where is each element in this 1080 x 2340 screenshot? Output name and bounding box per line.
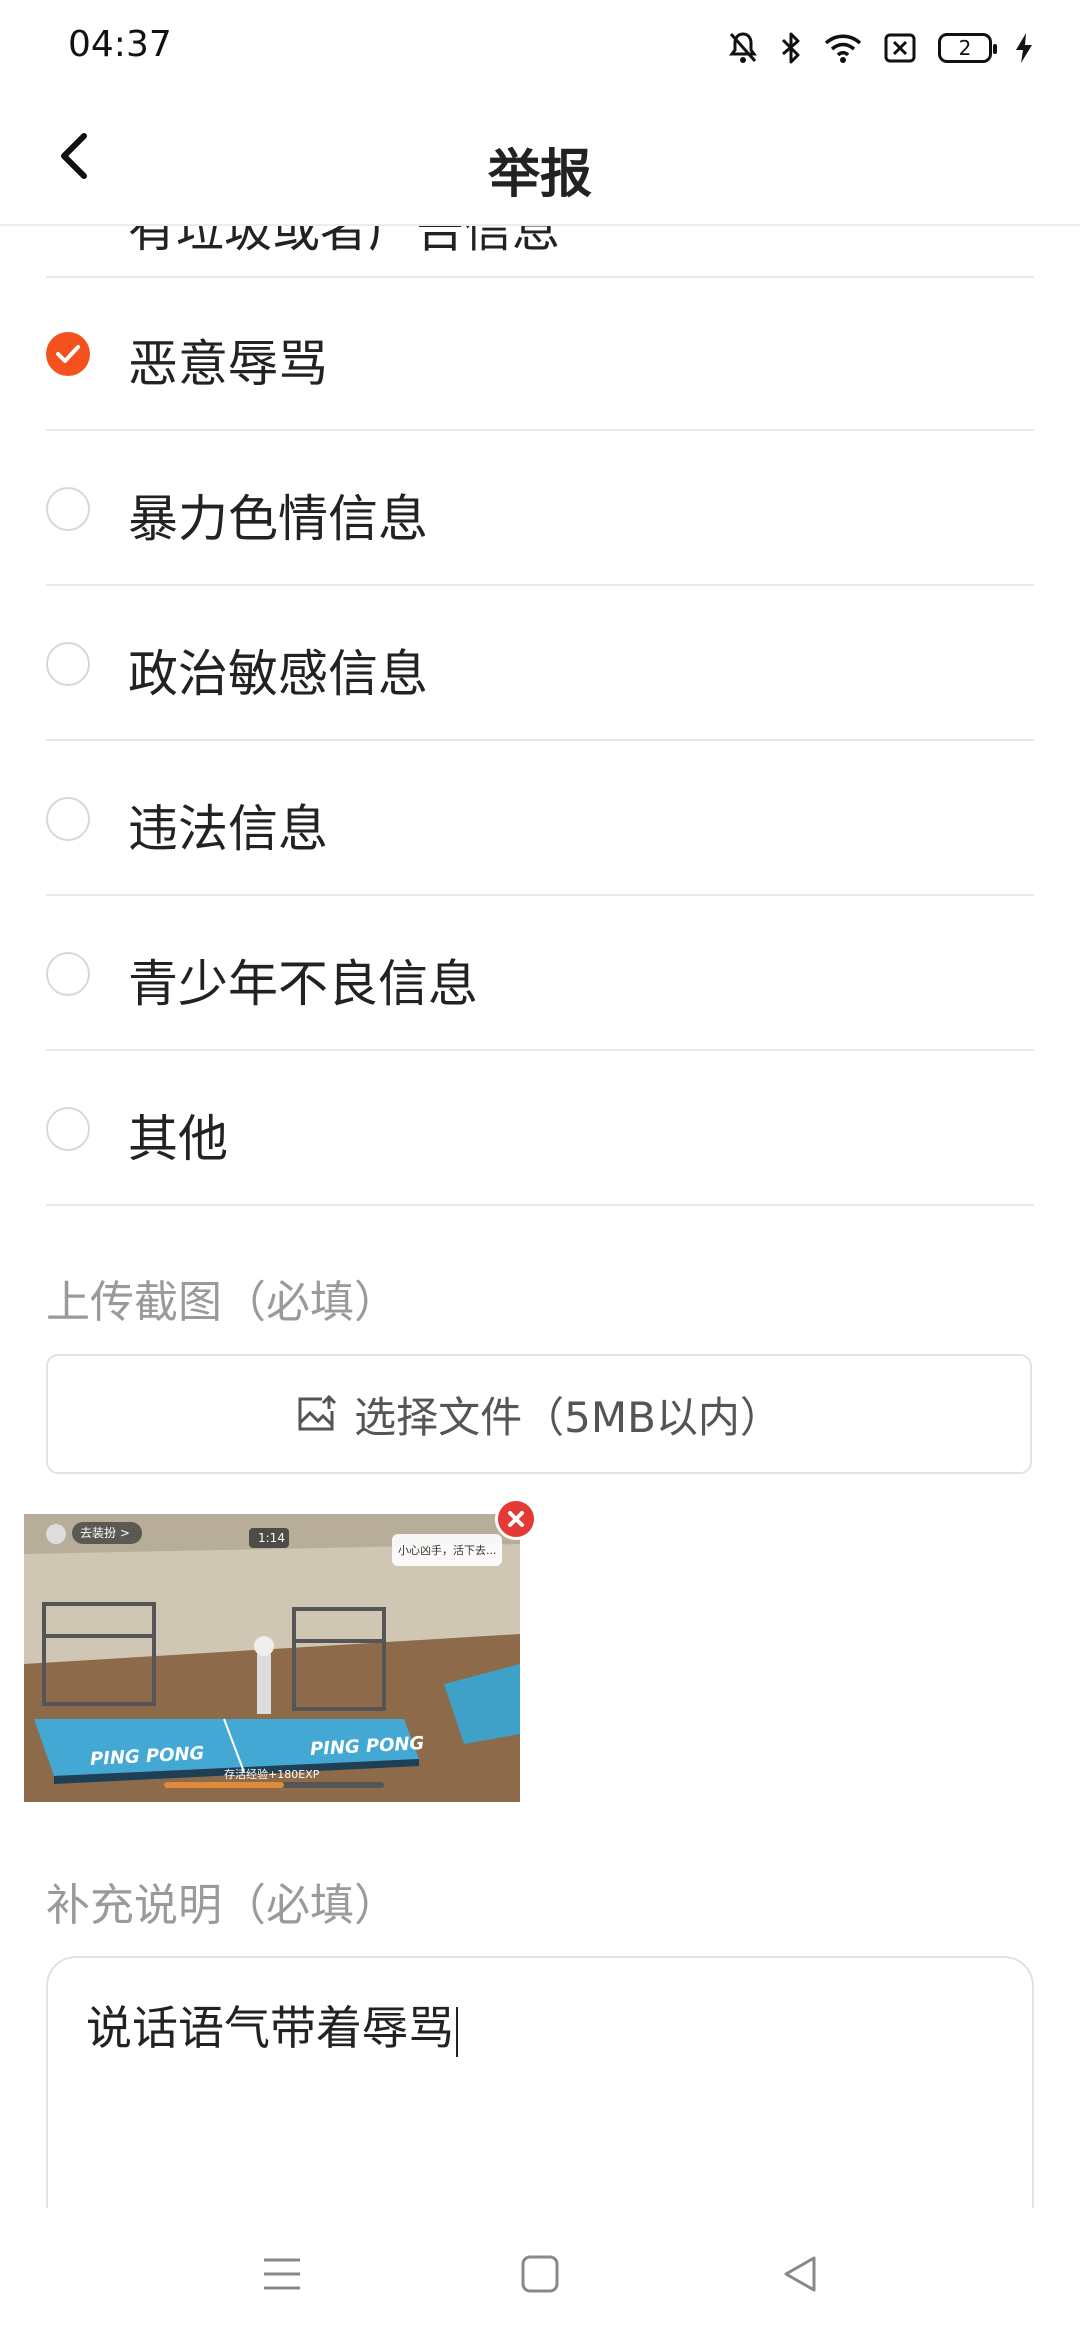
option-political[interactable]: 政治敏感信息 — [46, 586, 1034, 741]
image-upload-icon — [298, 1395, 337, 1431]
option-youth[interactable]: 青少年不良信息 — [46, 896, 1034, 1051]
status-time: 04:37 — [68, 24, 172, 65]
menu-icon — [264, 2258, 300, 2290]
back-nav-button[interactable] — [770, 2248, 830, 2300]
description-section-label: 补充说明（必填） — [46, 1880, 398, 1931]
choose-file-button[interactable]: 选择文件（5MB以内） — [46, 1354, 1032, 1474]
option-label: 其他 — [128, 1110, 228, 1168]
bluetooth-icon — [781, 32, 800, 64]
bell-muted-icon — [729, 32, 757, 63]
description-textarea[interactable]: 说话语气带着辱骂 — [46, 1956, 1034, 2216]
back-triangle-icon — [784, 2256, 816, 2292]
thumb-tip: 小心凶手，活下去... — [398, 1544, 497, 1557]
thumb-chip: 去装扮 > — [80, 1526, 130, 1540]
charging-icon — [1016, 33, 1032, 63]
upload-section-label: 上传截图（必填） — [46, 1277, 398, 1328]
status-icons: 2 — [728, 26, 1034, 70]
sim-error-icon — [884, 33, 916, 63]
menu-nav-button[interactable] — [252, 2248, 312, 2300]
option-label: 暴力色情信息 — [128, 490, 428, 548]
option-label: 恶意辱骂 — [128, 335, 328, 393]
option-illegal[interactable]: 违法信息 — [46, 741, 1034, 896]
radio-unchecked[interactable] — [46, 1107, 90, 1151]
battery-icon: 2 — [938, 33, 997, 63]
option-label: 青少年不良信息 — [128, 955, 478, 1013]
option-label: 政治敏感信息 — [128, 645, 428, 703]
description-value: 说话语气带着辱骂 — [86, 2001, 454, 2055]
text-cursor — [456, 2006, 458, 2057]
thumb-timer: 1:14 — [258, 1531, 285, 1545]
radio-unchecked[interactable] — [46, 642, 90, 686]
status-bar: 04:37 2 — [0, 0, 1080, 96]
choose-file-label: 选择文件（5MB以内） — [354, 1392, 782, 1442]
radio-checked[interactable] — [46, 332, 90, 376]
option-abuse[interactable]: 恶意辱骂 — [46, 276, 1034, 431]
option-violence[interactable]: 暴力色情信息 — [46, 431, 1034, 586]
wifi-icon — [824, 34, 862, 63]
remove-image-button[interactable] — [495, 1498, 537, 1540]
uploaded-screenshot-thumbnail[interactable]: 去装扮 > 1:14 小心凶手，活下去... PING PONG PING PO… — [24, 1514, 520, 1802]
close-icon — [508, 1511, 524, 1527]
square-icon — [521, 2255, 559, 2293]
option-label: 违法信息 — [128, 800, 328, 858]
check-icon — [56, 345, 80, 363]
thumb-exp: 存活经验+180EXP — [224, 1768, 320, 1781]
page-title: 举报 — [487, 145, 592, 205]
app-header: 举报 — [0, 96, 1080, 226]
system-nav-bar — [0, 2208, 1080, 2340]
radio-unchecked[interactable] — [46, 952, 90, 996]
radio-unchecked[interactable] — [46, 487, 90, 531]
option-other[interactable]: 其他 — [46, 1051, 1034, 1206]
home-nav-button[interactable] — [510, 2248, 570, 2300]
radio-unchecked[interactable] — [46, 797, 90, 841]
